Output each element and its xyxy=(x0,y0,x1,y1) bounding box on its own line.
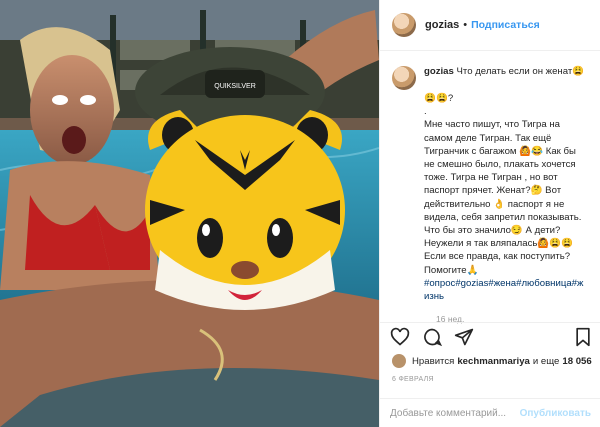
caption-username[interactable]: gozias xyxy=(424,66,454,77)
likes-summary: Нравится kechmanmariya и еще 18 056 xyxy=(392,354,595,368)
caption-line: Что бы это значило😏 А дети? xyxy=(424,225,561,237)
separator-dot: • xyxy=(463,19,468,31)
publish-button[interactable]: Опубликовать xyxy=(520,408,591,419)
caption: gozias Что делать если он женат😩 😩😩? . М… xyxy=(380,51,600,326)
caption-line: Если все правда, как поступить? xyxy=(424,251,571,263)
caption-line: тоже. Тигра не Тигран , но вот xyxy=(424,172,558,184)
post-date: 6 ФЕВРАЛЯ xyxy=(392,376,434,383)
heart-icon[interactable] xyxy=(390,327,410,347)
bookmark-icon[interactable] xyxy=(573,327,593,347)
post-photo[interactable]: QUIKSILVER xyxy=(0,0,379,427)
caption-body: 😩😩? . Мне часто пишут, что Тигра на само… xyxy=(424,92,588,303)
cap-logo-text: QUIKSILVER xyxy=(214,83,256,90)
caption-line: Мне часто пишут, что Тигра на xyxy=(424,119,560,131)
instagram-post: QUIKSILVER gozias • Подписаться gozias Ч… xyxy=(0,0,600,427)
caption-avatar[interactable] xyxy=(392,66,416,90)
post-header: gozias • Подписаться xyxy=(380,0,600,51)
liker-avatar xyxy=(392,354,406,368)
likes-and: и еще xyxy=(532,355,560,367)
post-details-panel: gozias • Подписаться gozias Что делать е… xyxy=(379,0,600,427)
username-link[interactable]: gozias xyxy=(425,19,459,31)
caption-line: Что делать если он женат😩 xyxy=(456,66,585,77)
liker-username[interactable]: kechmanmariya xyxy=(457,356,530,367)
caption-line: . xyxy=(424,106,427,118)
share-icon[interactable] xyxy=(454,327,474,347)
comment-box: Добавьте комментарий... Опубликовать xyxy=(380,398,600,427)
caption-line: 😩😩? xyxy=(424,93,454,104)
caption-line: действительно 👌 паспорт я не xyxy=(424,198,565,210)
caption-line: Неужели я так вляпалась🙆😩😩 xyxy=(424,238,574,250)
caption-line: видела, себя запретил показывать. xyxy=(424,211,582,223)
comment-icon[interactable] xyxy=(422,327,442,347)
caption-line: паспорт прячет. Женат?🤔 Вот xyxy=(424,185,562,197)
hashtags-link[interactable]: #опрос#gozias#жена#любовница#ж xyxy=(424,277,588,290)
avatar[interactable] xyxy=(392,13,416,37)
comment-input[interactable]: Добавьте комментарий... xyxy=(390,408,520,419)
caption-line: самом деле Тигран. Так ещё xyxy=(424,132,552,144)
likes-count[interactable]: 18 056 xyxy=(562,356,591,367)
photo-illustration: QUIKSILVER xyxy=(0,0,379,427)
caption-line: не смешно было, плакать хочется xyxy=(424,159,576,171)
action-bar xyxy=(380,322,600,350)
likes-prefix: Нравится xyxy=(412,355,455,367)
caption-line: Помогите🙏 xyxy=(424,264,479,276)
tiger-emoji xyxy=(145,110,345,310)
follow-button[interactable]: Подписаться xyxy=(471,19,540,31)
caption-line: Тигранчик с багажом 🙆😂 Как бы xyxy=(424,145,576,157)
hashtags-link[interactable]: изнь xyxy=(424,290,588,303)
